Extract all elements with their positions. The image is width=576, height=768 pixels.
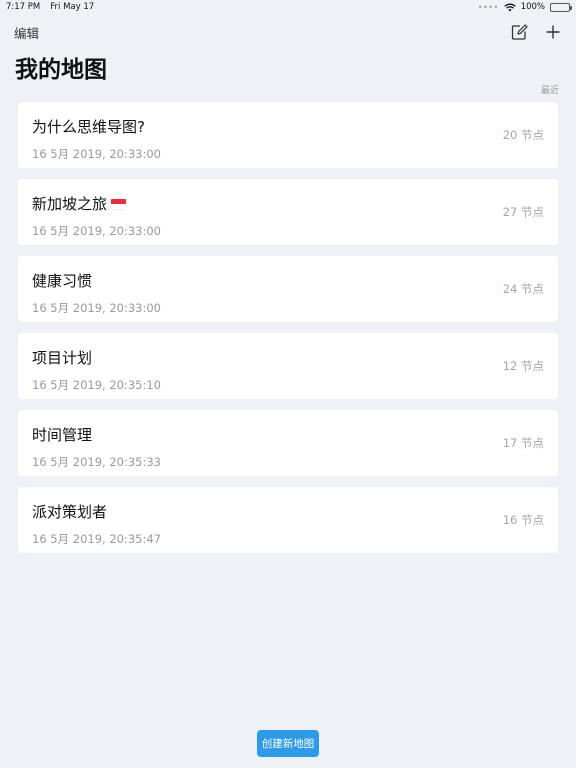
map-date: 16 5月 2019, 20:33:00 (32, 301, 161, 315)
map-name: 项目计划 (32, 349, 93, 367)
map-date: 16 5月 2019, 20:35:47 (32, 532, 161, 546)
page-title: 我的地图 (15, 57, 107, 83)
battery-icon (550, 2, 572, 12)
map-node-count: 16 节点 (502, 513, 544, 527)
map-name: 新加坡之旅 (32, 195, 108, 213)
map-card-singapore-trip[interactable]: 新加坡之旅 16 5月 2019, 20:33:00 27 节点 (18, 179, 558, 245)
status-time: 7:17 PM (6, 2, 41, 12)
map-card-project-plan[interactable]: 项目计划 16 5月 2019, 20:35:10 12 节点 (18, 333, 558, 399)
map-name: 时间管理 (32, 426, 93, 444)
map-card-party-planner[interactable]: 派对策划者 16 5月 2019, 20:35:47 16 节点 (18, 487, 558, 553)
map-name: 为什么思维导图? (32, 118, 145, 136)
map-card-why-mindmap[interactable]: 为什么思维导图? 16 5月 2019, 20:33:00 20 节点 (18, 102, 558, 168)
map-name: 健康习惯 (32, 272, 93, 290)
cellular-signal-icon: •••• (477, 2, 499, 12)
map-node-count: 17 节点 (502, 436, 544, 450)
map-node-count: 20 节点 (502, 128, 544, 142)
edit-button[interactable]: 编辑 (14, 23, 39, 42)
map-card-healthy-habits[interactable]: 健康习惯 16 5月 2019, 20:33:00 24 节点 (18, 256, 558, 322)
map-list: 为什么思维导图? 16 5月 2019, 20:33:00 20 节点 新加坡之… (18, 102, 558, 553)
map-name: 派对策划者 (32, 503, 108, 521)
map-node-count: 12 节点 (502, 359, 544, 373)
map-node-count: 27 节点 (502, 205, 544, 219)
map-date: 16 5月 2019, 20:33:00 (32, 224, 161, 238)
singapore-flag-icon (111, 198, 127, 209)
map-date: 16 5月 2019, 20:35:10 (32, 378, 161, 392)
compose-icon[interactable] (510, 23, 528, 41)
battery-percent: 100% (520, 2, 545, 12)
map-date: 16 5月 2019, 20:35:33 (32, 455, 161, 469)
status-bar: 7:17 PM Fri May 17 •••• 100% (0, 0, 576, 14)
wifi-icon (504, 3, 516, 11)
app-screen: 7:17 PM Fri May 17 •••• 100% 编辑 我的地图 最近 … (0, 0, 576, 768)
sort-label[interactable]: 最近 (541, 83, 559, 96)
map-node-count: 24 节点 (502, 282, 544, 296)
create-new-map-button[interactable]: 创建新地图 (257, 730, 319, 757)
plus-icon[interactable] (544, 23, 562, 41)
map-card-time-management[interactable]: 时间管理 16 5月 2019, 20:35:33 17 节点 (18, 410, 558, 476)
navigation-bar: 编辑 (0, 20, 576, 44)
map-date: 16 5月 2019, 20:33:00 (32, 147, 161, 161)
status-date: Fri May 17 (50, 2, 95, 12)
